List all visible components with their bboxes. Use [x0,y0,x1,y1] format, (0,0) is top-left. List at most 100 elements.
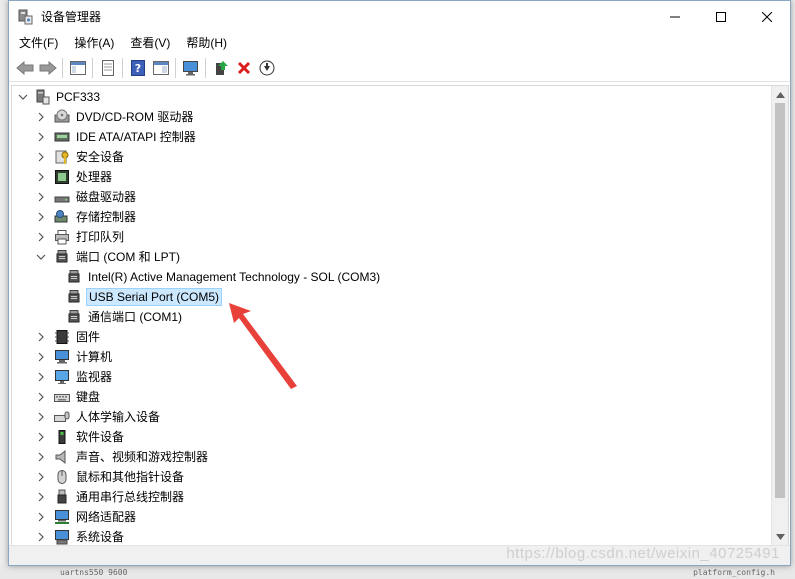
chevron-right-icon[interactable] [36,172,46,182]
tree-device-label: Intel(R) Active Management Technology - … [88,270,381,284]
backdrop-editor-strip: uartns550 9600 platform_config.h [0,565,795,579]
properties-pane-button[interactable] [66,57,89,79]
computer-icon [54,349,70,365]
title-bar[interactable]: 设备管理器 [9,1,790,32]
menu-action[interactable]: 操作(A) [66,32,122,54]
tree-category-label: 端口 (COM 和 LPT) [76,250,180,264]
uninstall-icon [237,61,250,74]
chevron-right-icon[interactable] [36,112,46,122]
status-bar: https://blog.csdn.net/weixin_40725491 [9,545,790,565]
chevron-right-icon[interactable] [36,532,46,542]
tree-category-usb[interactable]: 通用串行总线控制器 [36,487,186,507]
chevron-right-icon[interactable] [36,412,46,422]
tree-category-label: 磁盘驱动器 [76,190,137,204]
menu-help[interactable]: 帮助(H) [178,32,235,54]
chevron-right-icon[interactable] [36,512,46,522]
tree-port-com1[interactable]: 通信端口 (COM1) [64,307,184,327]
tree-category-system-device[interactable]: 系统设备 [36,527,126,545]
close-icon [762,11,772,22]
chevron-right-icon[interactable] [36,472,46,482]
tree-category-ports[interactable]: 端口 (COM 和 LPT) [36,247,182,267]
tree-root-label: PCF333 [56,90,101,104]
tree-category-processor[interactable]: 处理器 [36,167,114,187]
scroll-thumb[interactable] [775,103,785,498]
software-device-icon [54,429,70,445]
tree-category-disk[interactable]: 磁盘驱动器 [36,187,138,207]
firmware-icon [54,329,70,345]
scroll-up-button[interactable] [772,86,788,103]
chevron-right-icon[interactable] [36,192,46,202]
chevron-right-icon[interactable] [36,392,46,402]
tree-port-intel-sol[interactable]: Intel(R) Active Management Technology - … [64,267,382,287]
chevron-right-icon[interactable] [36,492,46,502]
tree-category-label: 系统设备 [76,530,125,544]
chevron-right-icon[interactable] [36,372,46,382]
processor-icon [54,169,70,185]
close-button[interactable] [744,1,790,32]
update-driver-icon [215,60,228,75]
tree-category-firmware[interactable]: 固件 [36,327,102,347]
security-key-icon [54,149,70,165]
tree-category-network[interactable]: 网络适配器 [36,507,138,527]
tree-category-mouse[interactable]: 鼠标和其他指针设备 [36,467,186,487]
tree-category-label: 通用串行总线控制器 [76,490,185,504]
help-button[interactable]: ? [126,57,149,79]
chevron-down-icon[interactable] [18,92,28,102]
tree-category-audio[interactable]: 声音、视频和游戏控制器 [36,447,210,467]
view-button[interactable] [149,57,172,79]
tree-category-label: 打印队列 [76,230,125,244]
tree-category-keyboard[interactable]: 键盘 [36,387,102,407]
chevron-right-icon[interactable] [36,432,46,442]
tree-category-dvd[interactable]: DVD/CD-ROM 驱动器 [36,107,195,127]
tree-category-label: 处理器 [76,170,113,184]
chevron-right-icon[interactable] [36,332,46,342]
scroll-down-button[interactable] [772,528,788,545]
scroll-up-icon [776,91,785,98]
chevron-right-icon[interactable] [36,352,46,362]
keyboard-icon [54,389,70,405]
chevron-right-icon[interactable] [36,152,46,162]
menu-file[interactable]: 文件(F) [11,32,66,54]
sheet-button[interactable] [96,57,119,79]
minimize-button[interactable] [652,1,698,32]
tree-category-monitor[interactable]: 监视器 [36,367,114,387]
vertical-scrollbar[interactable] [771,86,788,545]
tree-port-usb-serial[interactable]: USB Serial Port (COM5) [64,287,223,307]
tree-category-hid[interactable]: 人体学输入设备 [36,407,162,427]
chevron-right-icon[interactable] [36,232,46,242]
update-driver-button[interactable] [209,57,232,79]
tree-category-print-queue[interactable]: 打印队列 [36,227,126,247]
chevron-right-icon[interactable] [36,132,46,142]
tree-category-storage[interactable]: 存储控制器 [36,207,138,227]
view-icon [152,60,169,75]
tree-category-software-device[interactable]: 软件设备 [36,427,126,447]
tree-root[interactable]: PCF333 [18,87,102,107]
tree-category-ide[interactable]: IDE ATA/ATAPI 控制器 [36,127,198,147]
menu-view[interactable]: 查看(V) [122,32,178,54]
tree-category-label: 键盘 [76,390,101,404]
tree-category-label: 监视器 [76,370,113,384]
device-tree[interactable]: PCF333 DVD/CD-ROM 驱动器 IDE ATA/ATAPI 控制器 … [11,85,789,546]
chevron-right-icon[interactable] [36,212,46,222]
sheet-icon [101,59,114,76]
chevron-down-icon[interactable] [36,252,46,262]
scan-hardware-button[interactable] [179,57,202,79]
tree-category-computer[interactable]: 计算机 [36,347,114,367]
device-manager-app-icon [17,9,33,25]
forward-icon [39,60,57,75]
hid-icon [54,409,70,425]
forward-button[interactable] [36,57,59,79]
ide-icon [54,129,70,145]
tree-category-security[interactable]: 安全设备 [36,147,126,167]
backdrop-text-left: uartns550 9600 [60,568,128,577]
printer-icon [54,229,70,245]
uninstall-button[interactable] [232,57,255,79]
download-button[interactable] [255,57,278,79]
chevron-right-icon[interactable] [36,452,46,462]
help-icon: ? [130,59,145,76]
tree-category-label: 网络适配器 [76,510,137,524]
tree-category-label: 计算机 [76,350,113,364]
tree-category-label: DVD/CD-ROM 驱动器 [76,110,194,124]
back-button[interactable] [13,57,36,79]
maximize-button[interactable] [698,1,744,32]
